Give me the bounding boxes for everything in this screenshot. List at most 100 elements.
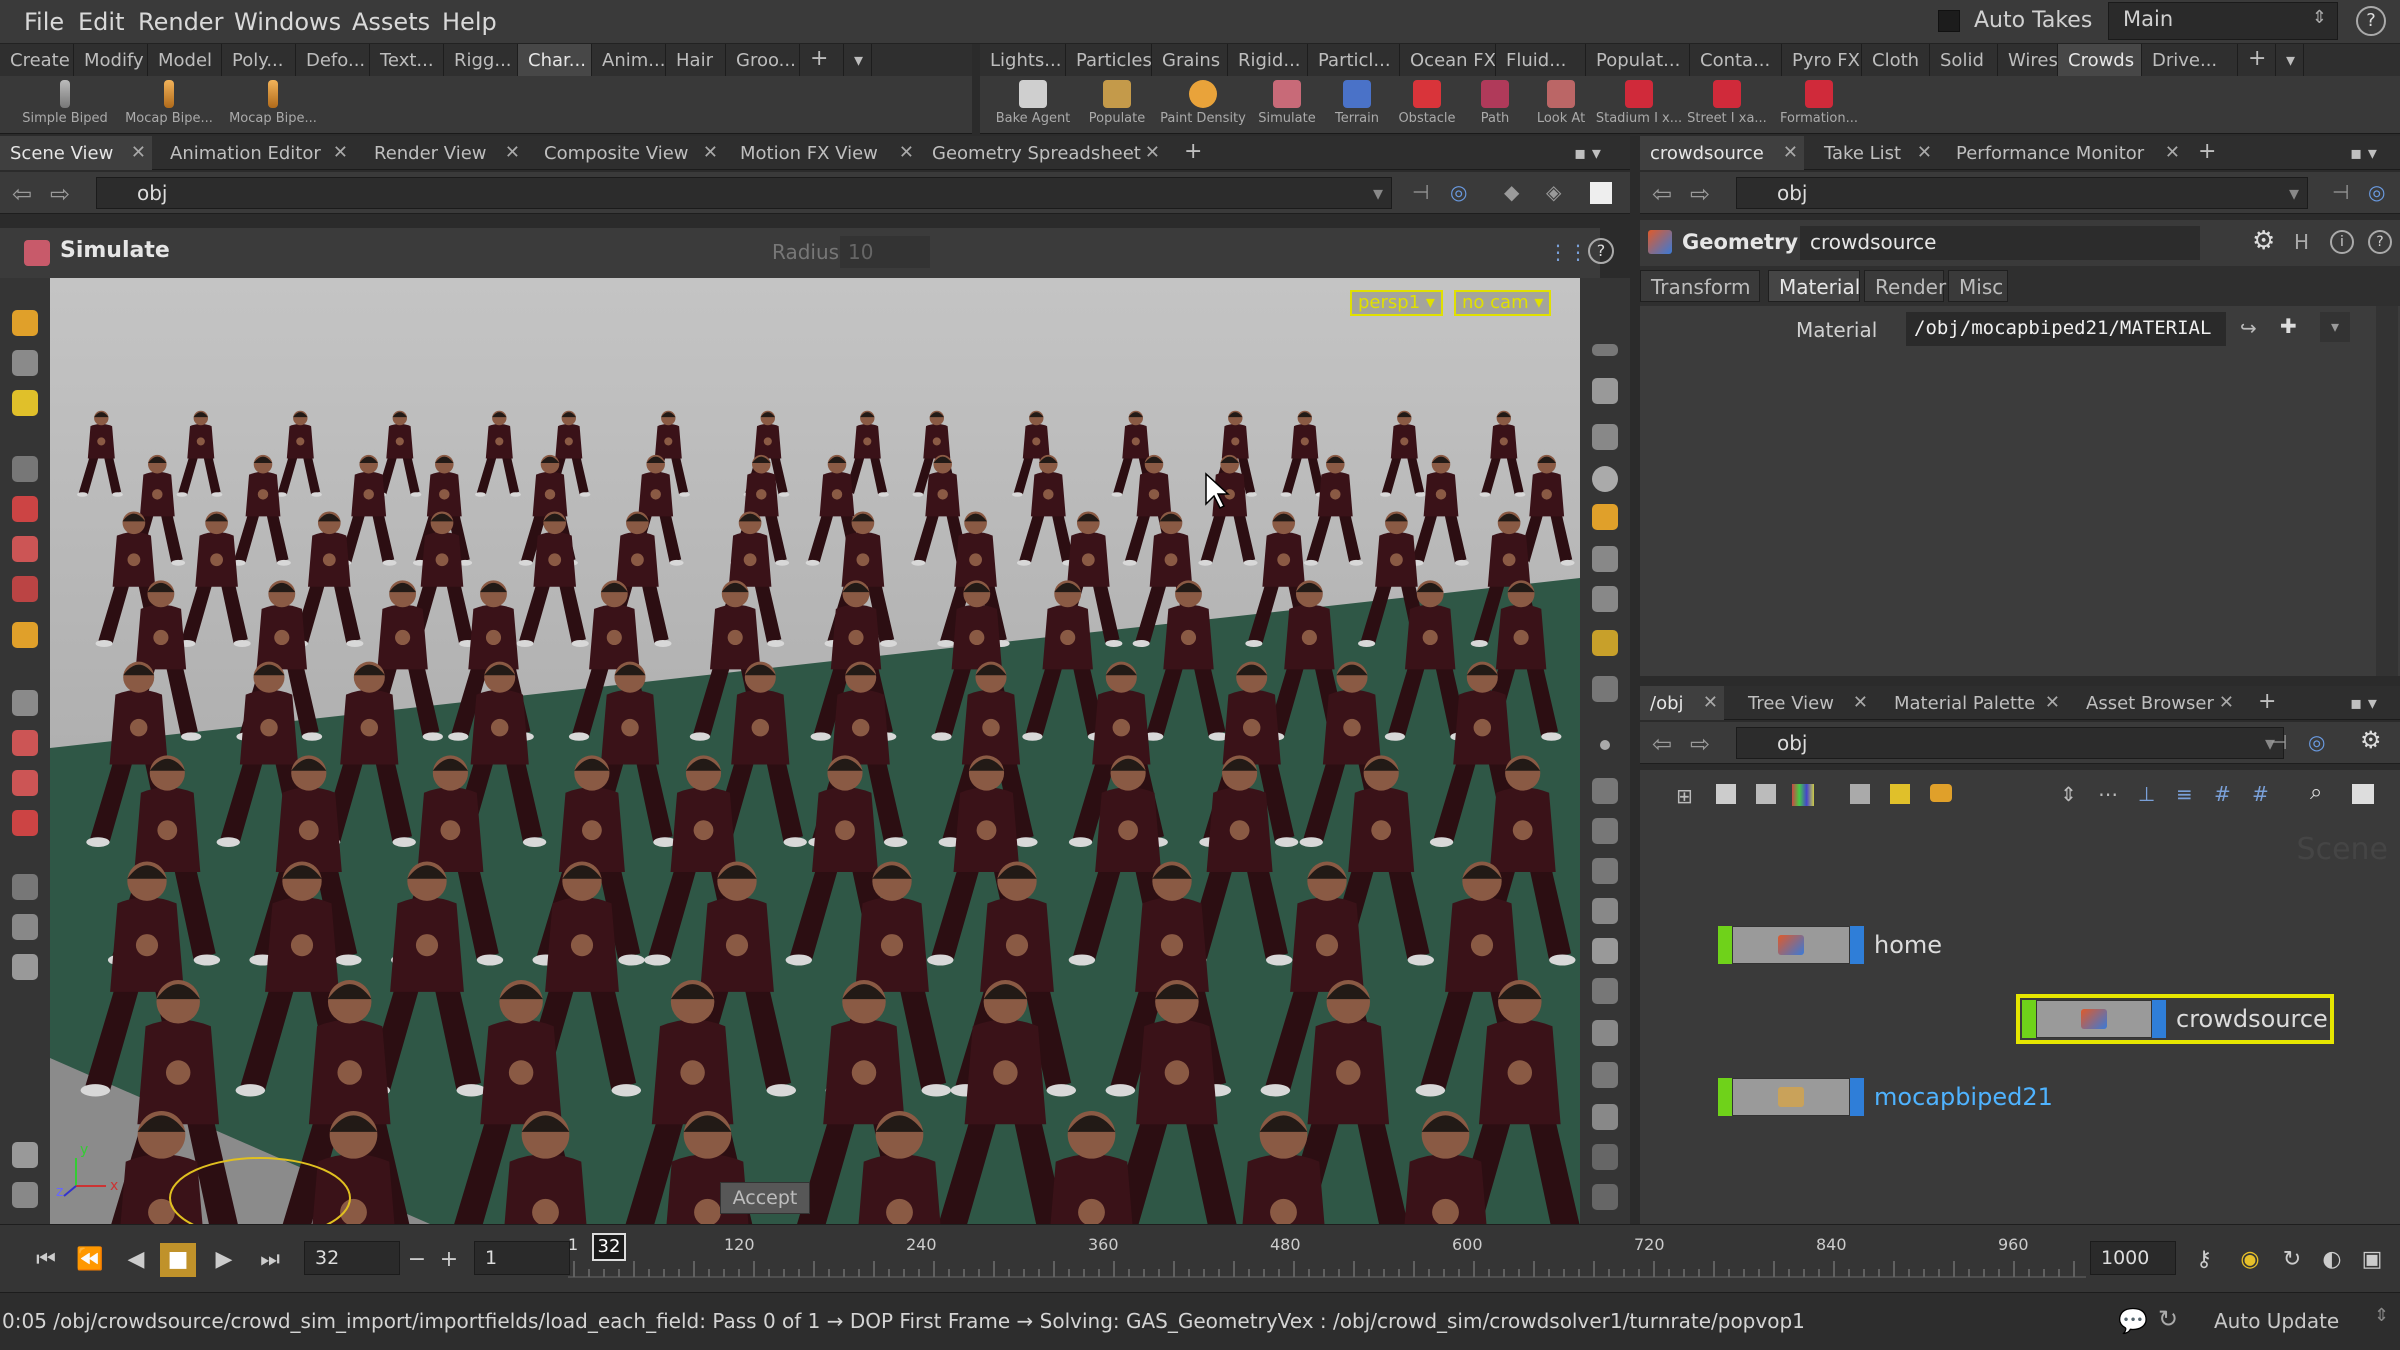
snap-grid-icon[interactable]: #: [2252, 782, 2269, 806]
points-icon[interactable]: [1600, 740, 1610, 750]
back-arrow-icon[interactable]: ⇦: [1652, 730, 1672, 758]
light-icon[interactable]: [1592, 504, 1618, 530]
rotate-icon[interactable]: [12, 536, 38, 562]
realtime-icon[interactable]: ◉: [2232, 1243, 2268, 1277]
close-icon[interactable]: ✕: [1145, 142, 1160, 163]
view-tool-icon[interactable]: [12, 690, 38, 716]
help-icon[interactable]: ?: [2356, 6, 2386, 36]
shelf-tab-modify[interactable]: Modify: [74, 44, 148, 76]
shelf-tab-lights[interactable]: Lights...: [980, 44, 1066, 76]
prev-key-icon[interactable]: ⏪: [72, 1243, 108, 1277]
path-field[interactable]: obj ▾: [1736, 727, 2284, 759]
playbar-options-icon[interactable]: ▣: [2354, 1243, 2390, 1277]
path-field[interactable]: obj ▾: [96, 177, 1392, 209]
tool-mocap-biped-1[interactable]: Mocap Bipe...: [124, 80, 214, 126]
subnet-icon[interactable]: [1930, 784, 1952, 802]
menu-edit[interactable]: Edit: [78, 8, 124, 36]
timeline-ruler[interactable]: 1 32 120 240 360 480 600 720 840 960: [568, 1233, 2086, 1291]
chevron-down-icon[interactable]: ▾: [2289, 181, 2299, 205]
add-tab-icon[interactable]: +: [1174, 136, 1214, 170]
lasso-icon[interactable]: [12, 730, 38, 756]
shelf-tab-wires[interactable]: Wires: [1998, 44, 2058, 76]
add-tab-icon[interactable]: +: [2248, 686, 2288, 720]
menu-render[interactable]: Render: [138, 8, 223, 36]
color-palette-icon[interactable]: [1792, 784, 1814, 806]
shelf-tab-particle-fluids[interactable]: Particl...: [1308, 44, 1400, 76]
stop-icon[interactable]: ■: [160, 1243, 196, 1277]
close-icon[interactable]: ✕: [131, 142, 146, 163]
cam-mode-menu[interactable]: no cam ▾: [1454, 290, 1552, 316]
add-shelf-icon[interactable]: +: [2238, 44, 2276, 76]
align-icon[interactable]: ⊥: [2138, 782, 2155, 806]
radius-field[interactable]: 10: [840, 236, 930, 268]
tab-scene-view[interactable]: Scene View ✕: [0, 136, 152, 170]
headlight-icon[interactable]: [1592, 546, 1618, 572]
shelf-tab-characters[interactable]: Char...: [518, 44, 592, 76]
param-tab-render[interactable]: Render: [1864, 270, 1946, 302]
desktop-selector[interactable]: Main ⇕: [2108, 2, 2338, 40]
tool-bake-agent[interactable]: Bake Agent: [988, 80, 1078, 126]
network-box-icon[interactable]: [1756, 784, 1776, 804]
snap-icon[interactable]: [1592, 1062, 1618, 1088]
tab-animation-editor[interactable]: Animation Editor ✕: [160, 136, 354, 170]
tab-asset-browser[interactable]: Asset Browser ✕: [2076, 686, 2240, 720]
current-frame-field[interactable]: 32: [304, 1241, 400, 1275]
shelf-menu-icon[interactable]: ▾: [2276, 44, 2304, 76]
pin-icon[interactable]: ⊣: [2332, 180, 2349, 204]
node-display-flag[interactable]: [1718, 1078, 1732, 1116]
shelf-tab-container[interactable]: Conta...: [1690, 44, 1782, 76]
close-icon[interactable]: ✕: [2045, 692, 2060, 713]
tab-motion-fx-view[interactable]: Motion FX View ✕: [730, 136, 920, 170]
end-frame-field[interactable]: 1000: [2090, 1241, 2176, 1275]
shelf-tab-create[interactable]: Create: [0, 44, 74, 76]
link-icon[interactable]: ◎: [1450, 180, 1467, 204]
auto-update-label[interactable]: Auto Update: [2214, 1309, 2339, 1333]
tab-obj[interactable]: /obj ✕: [1640, 686, 1724, 720]
move-tool-icon[interactable]: [12, 350, 38, 376]
play-icon[interactable]: ▶: [206, 1243, 242, 1277]
audio-icon[interactable]: ◐: [2314, 1243, 2350, 1277]
node-display-flag[interactable]: [1718, 926, 1732, 964]
pin-icon[interactable]: ⊣: [1412, 180, 1429, 204]
shelf-tab-texture[interactable]: Text...: [370, 44, 444, 76]
pane-menu-icon[interactable]: ▪ ▾: [1564, 136, 1624, 170]
frame-marker[interactable]: 32: [592, 1233, 626, 1261]
snapshot-icon[interactable]: [1590, 182, 1612, 204]
pointer-icon[interactable]: [12, 456, 38, 482]
node-name-field[interactable]: crowdsource: [1800, 226, 2200, 260]
param-tab-misc[interactable]: Misc: [1948, 270, 2008, 302]
display-options-icon[interactable]: ⋮⋮: [1548, 240, 1588, 264]
camera-menu[interactable]: persp1 ▾: [1350, 290, 1443, 316]
loop-icon[interactable]: ↻: [2274, 1243, 2310, 1277]
tab-geometry-spreadsheet[interactable]: Geometry Spreadsheet ✕: [922, 136, 1166, 170]
node-template-flag[interactable]: [1850, 1078, 1864, 1116]
jump-end-icon[interactable]: ⏭: [252, 1243, 288, 1277]
shelf-tab-particles[interactable]: Particles: [1066, 44, 1152, 76]
node-body[interactable]: [2036, 1000, 2152, 1038]
node-display-flag[interactable]: [2022, 1000, 2036, 1038]
node-body[interactable]: [1732, 926, 1850, 964]
jump-start-icon[interactable]: ⏮: [28, 1243, 64, 1277]
param-tab-transform[interactable]: Transform: [1640, 270, 1760, 302]
shelf-tab-grains[interactable]: Grains: [1152, 44, 1228, 76]
param-tab-material[interactable]: Material: [1768, 270, 1860, 302]
add-shelf-icon[interactable]: +: [800, 44, 844, 76]
spinner-icon[interactable]: ⇕: [2374, 1305, 2389, 1326]
shelf-tab-model[interactable]: Model: [148, 44, 222, 76]
reverse-play-icon[interactable]: ◀: [118, 1243, 154, 1277]
node-chooser-icon[interactable]: ✚: [2280, 314, 2297, 338]
stop-icon[interactable]: [1592, 1104, 1618, 1130]
scene-viewport[interactable]: y x z persp1 ▾ no cam ▾: [50, 278, 1580, 1224]
close-icon[interactable]: ✕: [1783, 142, 1798, 163]
decrement-icon[interactable]: −: [402, 1243, 432, 1277]
viewport-icon[interactable]: ◈: [1546, 180, 1561, 204]
brush-icon[interactable]: [1592, 898, 1618, 924]
close-icon[interactable]: ✕: [2219, 692, 2234, 713]
tool-stadium[interactable]: Stadium I x...: [1594, 80, 1684, 126]
info-icon[interactable]: i: [2330, 230, 2354, 254]
image-icon[interactable]: [1850, 784, 1870, 804]
snap-icon[interactable]: [12, 1142, 38, 1168]
link-icon[interactable]: ◎: [2368, 180, 2385, 204]
tab-tree-view[interactable]: Tree View ✕: [1738, 686, 1874, 720]
tool-populate[interactable]: Populate: [1072, 80, 1162, 126]
